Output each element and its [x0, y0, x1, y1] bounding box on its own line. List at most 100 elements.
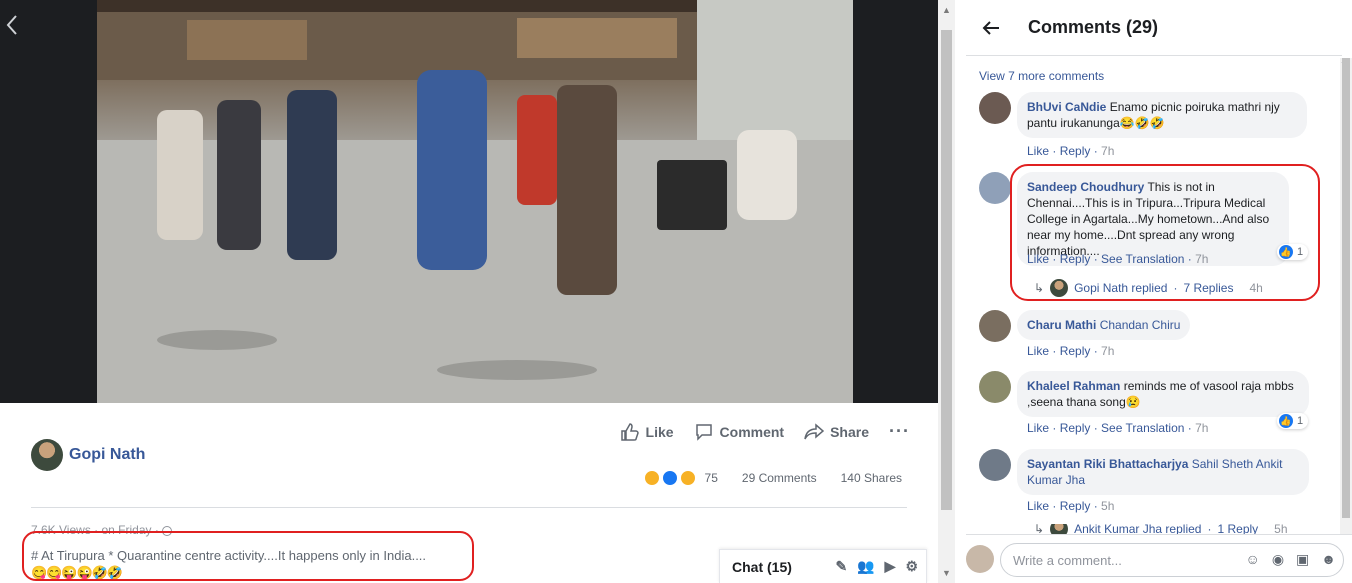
- chat-tools: ✎ 👥 ▶ ⚙: [835, 558, 918, 575]
- scrollbar-thumb[interactable]: [1342, 58, 1350, 518]
- comment-actions: Like · Reply · 7h: [1027, 344, 1115, 358]
- post-details: Like Comment Share ··· Gopi Nath 75 29 C…: [0, 403, 938, 583]
- avatar[interactable]: [979, 92, 1011, 124]
- back-arrow-icon[interactable]: [982, 14, 1010, 42]
- avatar: [966, 545, 994, 573]
- video-frame[interactable]: [97, 0, 853, 403]
- scroll-up-arrow-icon[interactable]: ▲: [938, 3, 955, 17]
- like-link[interactable]: Like: [1027, 144, 1049, 158]
- replies-time: 5h: [1274, 524, 1288, 534]
- main-scrollbar[interactable]: ▲ ▼: [938, 0, 955, 583]
- share-label: Share: [830, 423, 870, 440]
- comment-time: 5h: [1101, 499, 1115, 513]
- tagged-user[interactable]: Chandan Chiru: [1100, 318, 1181, 332]
- more-options-button[interactable]: ···: [889, 421, 910, 442]
- comments-title: Comments (29): [1028, 17, 1159, 37]
- composer-tools: ☺ ◉ ▣ ☻: [1246, 551, 1336, 568]
- like-button[interactable]: Like: [620, 422, 674, 442]
- comment-reaction-badge[interactable]: 👍 1: [1277, 413, 1309, 429]
- avatar[interactable]: [979, 310, 1011, 342]
- comment-actions: Like · Reply · 5h: [1027, 499, 1115, 513]
- like-link[interactable]: Like: [1027, 499, 1049, 513]
- comment-actions: Like · Reply · See Translation · 7h: [1027, 421, 1209, 435]
- camera-icon[interactable]: ◉: [1272, 551, 1284, 568]
- comment-time: 7h: [1101, 344, 1115, 358]
- comment-item: Khaleel Rahman reminds me of vasool raja…: [979, 371, 1319, 441]
- emoji-icon[interactable]: ☺: [1246, 551, 1260, 568]
- avatar[interactable]: [979, 371, 1011, 403]
- post-actions: Like Comment Share ···: [620, 421, 910, 442]
- reply-arrow-icon: ↳: [1034, 524, 1045, 534]
- gif-icon[interactable]: ▣: [1296, 551, 1309, 568]
- avatar[interactable]: [979, 449, 1011, 481]
- like-link[interactable]: Like: [1027, 421, 1049, 435]
- replies-summary[interactable]: ↳ Ankit Kumar Jha replied · 1 Reply 5h: [1034, 524, 1288, 534]
- comment-reaction-count: 1: [1297, 415, 1304, 427]
- thumbs-up-icon: [620, 422, 639, 441]
- comment-item: Charu Mathi Chandan Chiru Like · Reply ·…: [979, 310, 1319, 362]
- comment-composer: Write a comment... ☺ ◉ ▣ ☻: [966, 534, 1352, 583]
- commenter-name[interactable]: Charu Mathi: [1027, 318, 1096, 332]
- scrollbar-thumb[interactable]: [941, 30, 952, 510]
- comment-label: Comment: [719, 423, 785, 440]
- share-arrow-icon: [804, 422, 825, 439]
- comment-item: BhUvi CaNdie Enamo picnic poiruka mathri…: [979, 92, 1319, 162]
- comment-item: Sayantan Riki Bhattacharjya Sahil Sheth …: [979, 449, 1319, 519]
- sticker-icon[interactable]: ☻: [1321, 551, 1336, 568]
- post-author[interactable]: Gopi Nath: [31, 439, 145, 471]
- comments-header: Comments (29): [966, 0, 1342, 56]
- like-reaction-icon: [660, 469, 679, 487]
- caption-highlight-box: [22, 531, 474, 581]
- comment-bubble: Sayantan Riki Bhattacharjya Sahil Sheth …: [1017, 449, 1309, 495]
- see-translation-link[interactable]: See Translation: [1101, 421, 1184, 435]
- comment-bubble-icon: [695, 423, 712, 441]
- like-reaction-icon: 👍: [1279, 414, 1293, 428]
- comment-bubble: BhUvi CaNdie Enamo picnic poiruka mathri…: [1017, 92, 1307, 138]
- comment-time: 7h: [1101, 144, 1115, 158]
- like-label: Like: [645, 423, 674, 440]
- haha-reaction-icon: [642, 469, 661, 487]
- chat-bar[interactable]: Chat (15) ✎ 👥 ▶ ⚙: [719, 549, 927, 583]
- reaction-count[interactable]: 75: [705, 471, 718, 485]
- reply-link[interactable]: Reply: [1060, 499, 1091, 513]
- comment-actions: Like · Reply · 7h: [1027, 144, 1115, 158]
- commenter-name[interactable]: Khaleel Rahman: [1027, 379, 1120, 393]
- author-name[interactable]: Gopi Nath: [69, 446, 145, 464]
- avatar[interactable]: [31, 439, 63, 471]
- compose-icon[interactable]: ✎: [835, 558, 847, 575]
- video-player[interactable]: [0, 0, 938, 403]
- reactions-summary[interactable]: 75: [642, 469, 718, 487]
- commenter-name[interactable]: BhUvi CaNdie: [1027, 100, 1106, 114]
- facebook-video-viewer: ▲ ▼ Like Comment Share ··· Gopi Nath 75 …: [0, 0, 1352, 583]
- share-button[interactable]: Share: [804, 422, 869, 442]
- back-arrow-icon[interactable]: [6, 14, 26, 38]
- commenter-name[interactable]: Sayantan Riki Bhattacharjya: [1027, 457, 1188, 471]
- video-still-image: [97, 0, 853, 403]
- comment-input-placeholder: Write a comment...: [1013, 553, 1122, 568]
- chat-label[interactable]: Chat (15): [732, 559, 792, 575]
- like-link[interactable]: Like: [1027, 344, 1049, 358]
- avatar[interactable]: [979, 172, 1011, 204]
- divider: [31, 507, 907, 508]
- reply-link[interactable]: Reply: [1060, 144, 1091, 158]
- post-stats: 75 29 Comments 140 Shares: [642, 469, 902, 487]
- shares-count[interactable]: 140 Shares: [841, 471, 902, 485]
- view-more-comments-link[interactable]: View 7 more comments: [979, 69, 1104, 83]
- replies-count[interactable]: 1 Reply: [1217, 524, 1258, 534]
- video-call-icon[interactable]: ▶: [885, 558, 896, 575]
- avatar: [1050, 524, 1069, 534]
- comments-count[interactable]: 29 Comments: [742, 471, 817, 485]
- sad-reaction-icon: [678, 469, 697, 487]
- group-icon[interactable]: 👥: [857, 558, 874, 575]
- comment-time: 7h: [1195, 421, 1209, 435]
- comment-button[interactable]: Comment: [694, 422, 785, 442]
- comments-scrollbar[interactable]: ▲ ▼: [1340, 56, 1352, 544]
- replied-by[interactable]: Ankit Kumar Jha replied: [1074, 524, 1201, 534]
- gear-icon[interactable]: ⚙: [905, 558, 918, 575]
- comment-highlight-box: [1010, 164, 1320, 301]
- reply-link[interactable]: Reply: [1060, 421, 1091, 435]
- comment-bubble: Charu Mathi Chandan Chiru: [1017, 310, 1191, 340]
- comment-bubble: Khaleel Rahman reminds me of vasool raja…: [1017, 371, 1309, 417]
- scroll-down-arrow-icon[interactable]: ▼: [938, 566, 955, 580]
- reply-link[interactable]: Reply: [1060, 344, 1091, 358]
